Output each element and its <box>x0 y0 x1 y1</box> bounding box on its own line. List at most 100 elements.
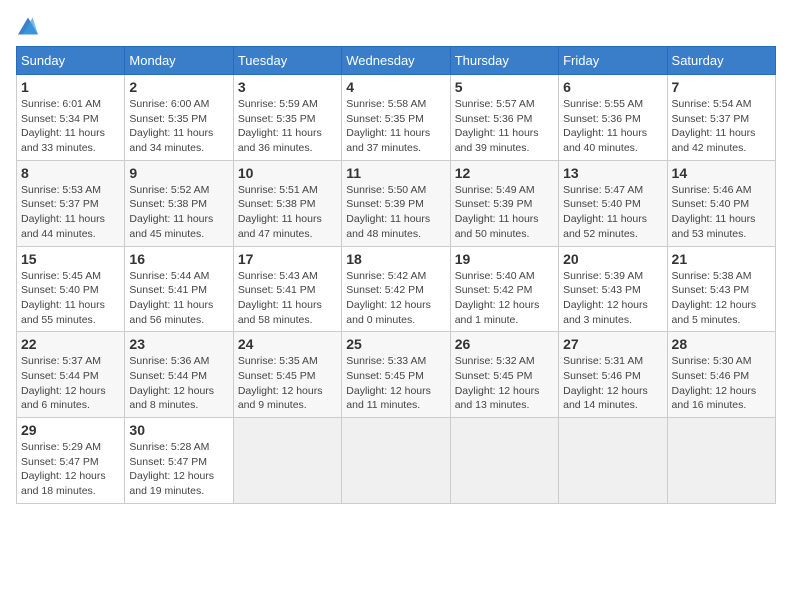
calendar-cell: 26 Sunrise: 5:32 AMSunset: 5:45 PMDayligh… <box>450 332 558 418</box>
week-row-3: 15Sunrise: 5:45 AMSunset: 5:40 PMDayligh… <box>17 246 776 332</box>
day-number: 28 <box>672 336 771 352</box>
day-number: 2 <box>129 79 228 95</box>
day-info: Sunrise: 6:01 AMSunset: 5:34 PMDaylight:… <box>21 97 120 156</box>
col-header-friday: Friday <box>559 47 667 75</box>
calendar-cell: 11Sunrise: 5:50 AMSunset: 5:39 PMDayligh… <box>342 160 450 246</box>
calendar-cell: 7 Sunrise: 5:54 AMSunset: 5:37 PMDaylight… <box>667 75 775 161</box>
calendar-cell: 1 Sunrise: 6:01 AMSunset: 5:34 PMDaylight… <box>17 75 125 161</box>
page-header <box>16 16 776 36</box>
day-info: Sunrise: 5:36 AMSunset: 5:44 PMDaylight:… <box>129 354 228 413</box>
day-number: 3 <box>238 79 337 95</box>
calendar-cell <box>667 418 775 504</box>
day-info: Sunrise: 5:39 AMSunset: 5:43 PMDaylight:… <box>563 269 662 328</box>
day-number: 29 <box>21 422 120 438</box>
day-info: Sunrise: 5:43 AMSunset: 5:41 PMDaylight:… <box>238 269 337 328</box>
day-number: 27 <box>563 336 662 352</box>
day-info: Sunrise: 6:00 AMSunset: 5:35 PMDaylight:… <box>129 97 228 156</box>
day-info: Sunrise: 5:58 AMSunset: 5:35 PMDaylight:… <box>346 97 445 156</box>
day-info: Sunrise: 5:37 AMSunset: 5:44 PMDaylight:… <box>21 354 120 413</box>
day-info: Sunrise: 5:59 AMSunset: 5:35 PMDaylight:… <box>238 97 337 156</box>
logo-icon <box>16 16 40 36</box>
day-info: Sunrise: 5:42 AMSunset: 5:42 PMDaylight:… <box>346 269 445 328</box>
calendar-cell: 17 Sunrise: 5:43 AMSunset: 5:41 PMDayligh… <box>233 246 341 332</box>
day-info: Sunrise: 5:40 AMSunset: 5:42 PMDaylight:… <box>455 269 554 328</box>
day-number: 9 <box>129 165 228 181</box>
calendar-cell: 12 Sunrise: 5:49 AMSunset: 5:39 PMDayligh… <box>450 160 558 246</box>
calendar-cell: 19 Sunrise: 5:40 AMSunset: 5:42 PMDayligh… <box>450 246 558 332</box>
calendar-cell: 28 Sunrise: 5:30 AMSunset: 5:46 PMDayligh… <box>667 332 775 418</box>
day-number: 19 <box>455 251 554 267</box>
col-header-saturday: Saturday <box>667 47 775 75</box>
day-info: Sunrise: 5:47 AMSunset: 5:40 PMDaylight:… <box>563 183 662 242</box>
logo <box>16 16 44 36</box>
day-info: Sunrise: 5:57 AMSunset: 5:36 PMDaylight:… <box>455 97 554 156</box>
calendar-cell <box>233 418 341 504</box>
day-info: Sunrise: 5:46 AMSunset: 5:40 PMDaylight:… <box>672 183 771 242</box>
day-number: 20 <box>563 251 662 267</box>
day-number: 7 <box>672 79 771 95</box>
day-info: Sunrise: 5:35 AMSunset: 5:45 PMDaylight:… <box>238 354 337 413</box>
col-header-monday: Monday <box>125 47 233 75</box>
day-number: 21 <box>672 251 771 267</box>
day-number: 1 <box>21 79 120 95</box>
calendar-cell: 25Sunrise: 5:33 AMSunset: 5:45 PMDayligh… <box>342 332 450 418</box>
calendar-cell: 21Sunrise: 5:38 AMSunset: 5:43 PMDayligh… <box>667 246 775 332</box>
week-row-2: 8Sunrise: 5:53 AMSunset: 5:37 PMDaylight… <box>17 160 776 246</box>
day-number: 26 <box>455 336 554 352</box>
day-number: 15 <box>21 251 120 267</box>
calendar-table: SundayMondayTuesdayWednesdayThursdayFrid… <box>16 46 776 504</box>
day-info: Sunrise: 5:53 AMSunset: 5:37 PMDaylight:… <box>21 183 120 242</box>
day-number: 6 <box>563 79 662 95</box>
day-number: 22 <box>21 336 120 352</box>
calendar-cell: 20 Sunrise: 5:39 AMSunset: 5:43 PMDayligh… <box>559 246 667 332</box>
day-number: 13 <box>563 165 662 181</box>
day-info: Sunrise: 5:49 AMSunset: 5:39 PMDaylight:… <box>455 183 554 242</box>
day-info: Sunrise: 5:32 AMSunset: 5:45 PMDaylight:… <box>455 354 554 413</box>
day-info: Sunrise: 5:51 AMSunset: 5:38 PMDaylight:… <box>238 183 337 242</box>
calendar-cell: 30 Sunrise: 5:28 AMSunset: 5:47 PMDayligh… <box>125 418 233 504</box>
day-info: Sunrise: 5:30 AMSunset: 5:46 PMDaylight:… <box>672 354 771 413</box>
day-number: 30 <box>129 422 228 438</box>
day-number: 24 <box>238 336 337 352</box>
calendar-cell: 16Sunrise: 5:44 AMSunset: 5:41 PMDayligh… <box>125 246 233 332</box>
calendar-cell: 15Sunrise: 5:45 AMSunset: 5:40 PMDayligh… <box>17 246 125 332</box>
week-row-4: 22 Sunrise: 5:37 AMSunset: 5:44 PMDayligh… <box>17 332 776 418</box>
day-number: 5 <box>455 79 554 95</box>
day-info: Sunrise: 5:54 AMSunset: 5:37 PMDaylight:… <box>672 97 771 156</box>
week-row-5: 29 Sunrise: 5:29 AMSunset: 5:47 PMDayligh… <box>17 418 776 504</box>
calendar-cell: 3 Sunrise: 5:59 AMSunset: 5:35 PMDaylight… <box>233 75 341 161</box>
day-number: 23 <box>129 336 228 352</box>
calendar-cell: 6 Sunrise: 5:55 AMSunset: 5:36 PMDaylight… <box>559 75 667 161</box>
day-number: 10 <box>238 165 337 181</box>
calendar-cell: 23 Sunrise: 5:36 AMSunset: 5:44 PMDayligh… <box>125 332 233 418</box>
day-info: Sunrise: 5:55 AMSunset: 5:36 PMDaylight:… <box>563 97 662 156</box>
col-header-wednesday: Wednesday <box>342 47 450 75</box>
day-number: 14 <box>672 165 771 181</box>
week-row-1: 1 Sunrise: 6:01 AMSunset: 5:34 PMDaylight… <box>17 75 776 161</box>
day-info: Sunrise: 5:28 AMSunset: 5:47 PMDaylight:… <box>129 440 228 499</box>
calendar-cell: 4 Sunrise: 5:58 AMSunset: 5:35 PMDaylight… <box>342 75 450 161</box>
calendar-cell: 14 Sunrise: 5:46 AMSunset: 5:40 PMDayligh… <box>667 160 775 246</box>
day-number: 11 <box>346 165 445 181</box>
calendar-cell: 10 Sunrise: 5:51 AMSunset: 5:38 PMDayligh… <box>233 160 341 246</box>
col-header-thursday: Thursday <box>450 47 558 75</box>
calendar-cell: 18 Sunrise: 5:42 AMSunset: 5:42 PMDayligh… <box>342 246 450 332</box>
calendar-cell: 22 Sunrise: 5:37 AMSunset: 5:44 PMDayligh… <box>17 332 125 418</box>
calendar-cell: 24 Sunrise: 5:35 AMSunset: 5:45 PMDayligh… <box>233 332 341 418</box>
col-header-tuesday: Tuesday <box>233 47 341 75</box>
day-number: 18 <box>346 251 445 267</box>
calendar-cell <box>342 418 450 504</box>
calendar-cell: 2 Sunrise: 6:00 AMSunset: 5:35 PMDaylight… <box>125 75 233 161</box>
calendar-cell: 29 Sunrise: 5:29 AMSunset: 5:47 PMDayligh… <box>17 418 125 504</box>
day-info: Sunrise: 5:29 AMSunset: 5:47 PMDaylight:… <box>21 440 120 499</box>
day-info: Sunrise: 5:52 AMSunset: 5:38 PMDaylight:… <box>129 183 228 242</box>
day-number: 25 <box>346 336 445 352</box>
calendar-cell: 13 Sunrise: 5:47 AMSunset: 5:40 PMDayligh… <box>559 160 667 246</box>
col-header-sunday: Sunday <box>17 47 125 75</box>
day-info: Sunrise: 5:44 AMSunset: 5:41 PMDaylight:… <box>129 269 228 328</box>
calendar-cell: 27Sunrise: 5:31 AMSunset: 5:46 PMDayligh… <box>559 332 667 418</box>
calendar-cell <box>559 418 667 504</box>
day-number: 4 <box>346 79 445 95</box>
day-number: 17 <box>238 251 337 267</box>
day-number: 12 <box>455 165 554 181</box>
